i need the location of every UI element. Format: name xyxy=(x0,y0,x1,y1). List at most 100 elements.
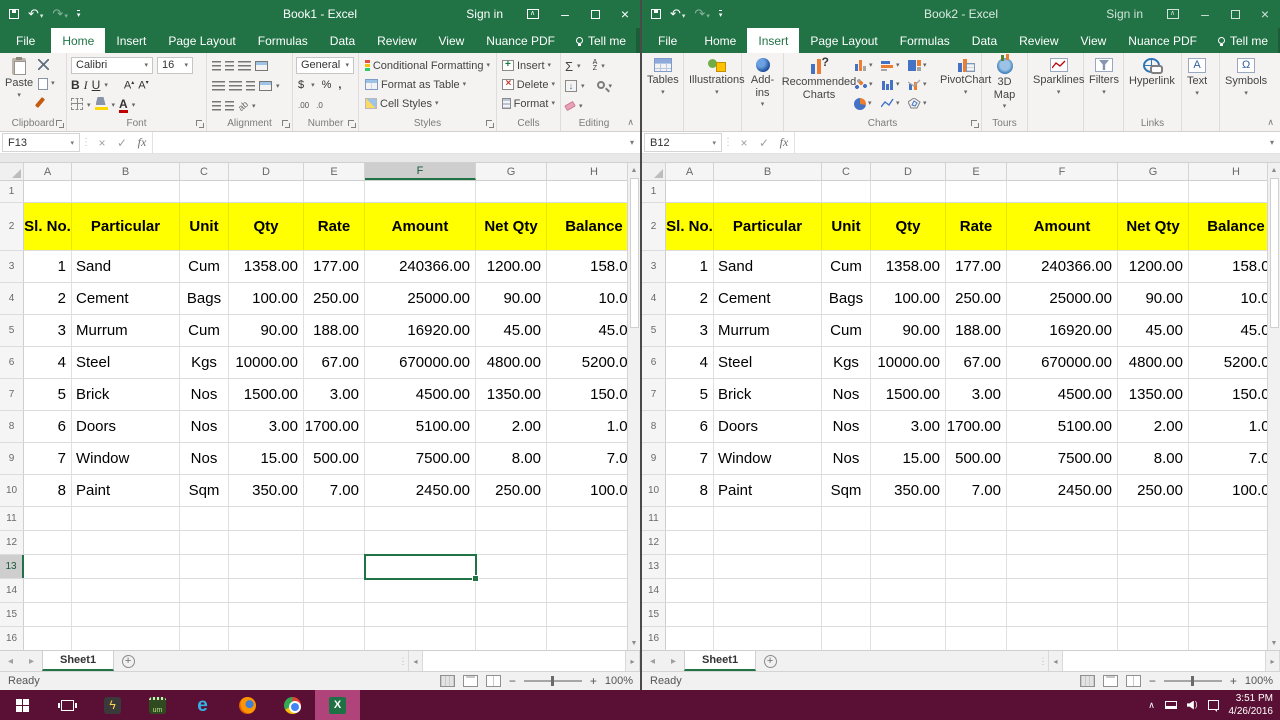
cell-H9[interactable]: 7.00 xyxy=(1189,443,1269,474)
cell-H8[interactable]: 1.00 xyxy=(1189,411,1269,442)
cell-A5[interactable]: 3 xyxy=(666,315,714,346)
recommended-charts-button[interactable]: Recommended Charts xyxy=(786,55,852,116)
cell-E14[interactable] xyxy=(304,579,365,602)
cell-E16[interactable] xyxy=(304,627,365,650)
edge-taskbar-button[interactable] xyxy=(180,690,225,720)
enter-button[interactable]: ✓ xyxy=(112,132,132,153)
cell-B2[interactable]: Particular xyxy=(714,203,822,250)
cell-E7[interactable]: 3.00 xyxy=(304,379,365,410)
cell-F9[interactable]: 7500.00 xyxy=(365,443,476,474)
paste-button[interactable]: Paste▾ xyxy=(2,55,36,116)
zoom-level[interactable]: 100% xyxy=(605,675,633,687)
font-name-combo[interactable]: Calibri▾ xyxy=(71,57,153,74)
tab-insert[interactable]: Insert xyxy=(747,28,799,53)
sheet-nav-right[interactable]: ▸ xyxy=(21,651,42,671)
cell-G12[interactable] xyxy=(1118,531,1189,554)
row-header-16[interactable]: 16 xyxy=(0,627,24,650)
close-button[interactable]: × xyxy=(1250,0,1280,28)
cell-C4[interactable]: Bags xyxy=(180,283,229,314)
cell-H6[interactable]: 5200.00 xyxy=(547,347,627,378)
cell-H8[interactable]: 1.00 xyxy=(547,411,627,442)
tab-review[interactable]: Review xyxy=(1008,28,1069,53)
excel-taskbar-button[interactable] xyxy=(315,690,360,720)
insert-function-button[interactable]: fx xyxy=(774,132,794,153)
cell-H13[interactable] xyxy=(547,555,627,578)
cell-E9[interactable]: 500.00 xyxy=(946,443,1007,474)
sort-filter-button[interactable]: A Z xyxy=(593,60,598,72)
volume-icon[interactable]: ) xyxy=(1187,701,1198,710)
cell-D11[interactable] xyxy=(871,507,946,530)
cell-C7[interactable]: Nos xyxy=(822,379,871,410)
cell-D14[interactable] xyxy=(229,579,304,602)
cell-A8[interactable]: 6 xyxy=(666,411,714,442)
cell-F5[interactable]: 16920.00 xyxy=(365,315,476,346)
tab-insert[interactable]: Insert xyxy=(105,28,157,53)
tab-formulas[interactable]: Formulas xyxy=(889,28,961,53)
cell-D10[interactable]: 350.00 xyxy=(871,475,946,506)
cell-F5[interactable]: 16920.00 xyxy=(1007,315,1118,346)
cell-D5[interactable]: 90.00 xyxy=(871,315,946,346)
cell-E4[interactable]: 250.00 xyxy=(946,283,1007,314)
maximize-button[interactable] xyxy=(1220,0,1250,28)
find-select-button[interactable] xyxy=(597,80,605,92)
tab-home[interactable]: Home xyxy=(693,28,747,53)
cell-B8[interactable]: Doors xyxy=(714,411,822,442)
autosum-button[interactable]: Σ xyxy=(565,60,573,73)
cell-D16[interactable] xyxy=(229,627,304,650)
zoom-slider-thumb[interactable] xyxy=(1191,676,1194,686)
row-header-12[interactable]: 12 xyxy=(642,531,666,554)
cell-C10[interactable]: Sqm xyxy=(180,475,229,506)
tell-me-box[interactable]: Tell me xyxy=(1208,28,1278,53)
cancel-button[interactable]: × xyxy=(734,132,754,153)
cell-D4[interactable]: 100.00 xyxy=(229,283,304,314)
align-right-button[interactable] xyxy=(246,81,255,91)
scroll-left-arrow[interactable]: ◂ xyxy=(1048,651,1063,671)
cell-E1[interactable] xyxy=(946,181,1007,202)
cell-D9[interactable]: 15.00 xyxy=(871,443,946,474)
page-break-view-button[interactable] xyxy=(486,675,501,687)
zoom-slider[interactable] xyxy=(1164,680,1222,682)
cell-D7[interactable]: 1500.00 xyxy=(229,379,304,410)
cell-D12[interactable] xyxy=(229,531,304,554)
scroll-down-arrow[interactable]: ▼ xyxy=(1268,636,1280,650)
tab-scroll-grip[interactable]: ⋮ xyxy=(398,651,408,671)
formula-input[interactable] xyxy=(152,132,624,153)
row-header-7[interactable]: 7 xyxy=(0,379,24,410)
cell-A6[interactable]: 4 xyxy=(24,347,72,378)
row-header-5[interactable]: 5 xyxy=(642,315,666,346)
cell-H14[interactable] xyxy=(547,579,627,602)
cell-G1[interactable] xyxy=(476,181,547,202)
cell-B13[interactable] xyxy=(72,555,180,578)
cell-H1[interactable] xyxy=(1189,181,1269,202)
row-header-15[interactable]: 15 xyxy=(642,603,666,626)
cell-F7[interactable]: 4500.00 xyxy=(1007,379,1118,410)
increase-decimal-button[interactable]: .00 xyxy=(298,101,309,110)
cell-E5[interactable]: 188.00 xyxy=(946,315,1007,346)
cell-B8[interactable]: Doors xyxy=(72,411,180,442)
undo-button[interactable]: ↶▾ xyxy=(670,7,685,21)
cell-F6[interactable]: 670000.00 xyxy=(1007,347,1118,378)
borders-button[interactable] xyxy=(71,98,83,113)
cell-C13[interactable] xyxy=(180,555,229,578)
cell-D7[interactable]: 1500.00 xyxy=(871,379,946,410)
cell-H1[interactable] xyxy=(547,181,627,202)
cell-C16[interactable] xyxy=(180,627,229,650)
cell-D1[interactable] xyxy=(871,181,946,202)
cell-B12[interactable] xyxy=(714,531,822,554)
cancel-button[interactable]: × xyxy=(92,132,112,153)
cell-G16[interactable] xyxy=(476,627,547,650)
collapse-ribbon-button[interactable]: ∧ xyxy=(1267,117,1274,128)
cell-B11[interactable] xyxy=(714,507,822,530)
cell-H4[interactable]: 10.00 xyxy=(1189,283,1269,314)
cell-G5[interactable]: 45.00 xyxy=(1118,315,1189,346)
cell-E15[interactable] xyxy=(304,603,365,626)
cell-C13[interactable] xyxy=(822,555,871,578)
cell-A12[interactable] xyxy=(24,531,72,554)
cell-B14[interactable] xyxy=(72,579,180,602)
row-header-15[interactable]: 15 xyxy=(0,603,24,626)
column-header-H[interactable]: H xyxy=(1189,163,1269,180)
close-button[interactable]: × xyxy=(610,0,640,28)
italic-button[interactable]: I xyxy=(84,78,88,93)
select-all-corner[interactable] xyxy=(0,163,24,180)
cell-A13[interactable] xyxy=(24,555,72,578)
